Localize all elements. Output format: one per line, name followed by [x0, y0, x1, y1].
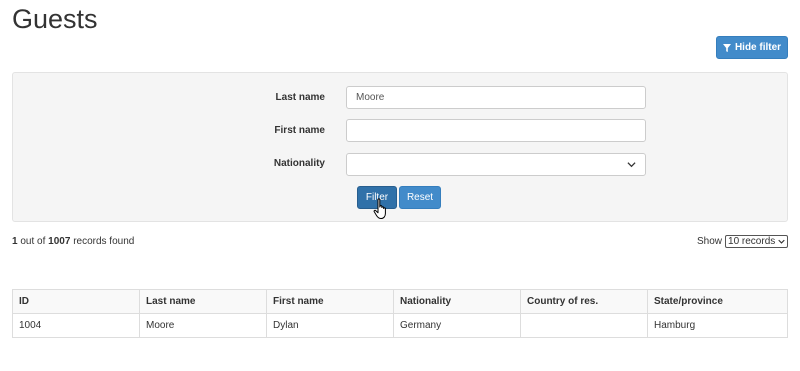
page-title: Guests — [12, 4, 98, 34]
nationality-select[interactable] — [346, 153, 646, 176]
cell-last-name: Moore — [139, 313, 267, 338]
column-header-state-province[interactable]: State/province — [647, 289, 788, 314]
records-count: 1 — [12, 236, 18, 247]
filter-icon — [722, 43, 731, 52]
reset-button[interactable]: Reset — [399, 186, 441, 209]
chevron-down-icon — [627, 162, 636, 168]
table-row[interactable]: 1004 Moore Dylan Germany Hamburg — [12, 313, 788, 338]
column-header-id[interactable]: ID — [12, 289, 140, 314]
records-suffix: records found — [73, 236, 135, 247]
records-found-text: 1 out of 1007 records found — [12, 236, 134, 247]
page-size-control: Show 10 records — [697, 235, 789, 248]
column-header-country-of-residence[interactable]: Country of res. — [520, 289, 648, 314]
cell-country-of-residence — [520, 313, 648, 338]
cell-nationality: Germany — [393, 313, 521, 338]
column-header-first-name[interactable]: First name — [266, 289, 394, 314]
cell-id: 1004 — [12, 313, 140, 338]
table-header-row: ID Last name First name Nationality Coun… — [12, 289, 788, 314]
page-size-select[interactable]: 10 records — [725, 235, 789, 248]
guests-table: ID Last name First name Nationality Coun… — [12, 289, 788, 338]
cell-state-province: Hamburg — [647, 313, 788, 338]
hand-pointer-icon — [373, 198, 386, 219]
column-header-nationality[interactable]: Nationality — [393, 289, 521, 314]
show-label: Show — [697, 236, 723, 247]
nationality-label: Nationality — [273, 158, 325, 169]
first-name-input[interactable] — [346, 119, 646, 142]
hide-filter-label: Hide filter — [734, 42, 782, 53]
records-out-of: out of — [20, 236, 46, 247]
last-name-input[interactable]: Moore — [346, 86, 646, 109]
page-size-value: 10 records — [728, 236, 776, 247]
last-name-value: Moore — [356, 92, 385, 103]
column-header-last-name[interactable]: Last name — [139, 289, 267, 314]
hide-filter-button[interactable]: Hide filter — [716, 36, 788, 59]
cell-first-name: Dylan — [266, 313, 394, 338]
last-name-label: Last name — [275, 92, 325, 103]
chevron-down-icon — [778, 239, 785, 244]
first-name-label: First name — [274, 125, 325, 136]
records-total: 1007 — [48, 236, 71, 247]
